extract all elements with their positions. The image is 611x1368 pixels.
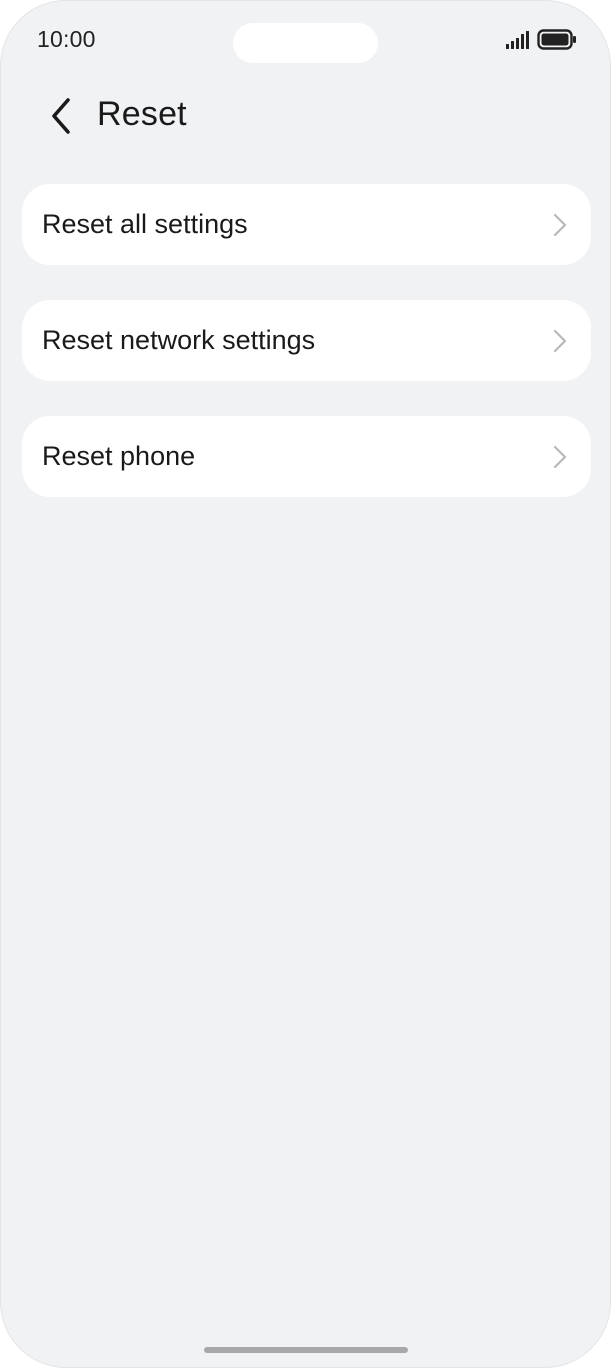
page-title: Reset [97,95,187,133]
status-time: 10:00 [37,26,96,52]
list-item-label: Reset all settings [42,209,248,239]
chevron-left-icon [52,98,70,134]
reset-network-settings-item[interactable]: Reset network settings [22,300,591,381]
chevron-right-icon [553,445,567,469]
home-indicator[interactable] [204,1347,408,1353]
chevron-right-icon [553,329,567,353]
camera-notch [233,23,378,63]
chevron-right-icon [553,213,567,237]
signal-icon [506,31,529,49]
back-button[interactable] [39,94,83,138]
battery-icon [537,29,576,50]
list-item-label: Reset phone [42,441,196,471]
reset-options-list: Reset all settings Reset network setting… [22,184,591,532]
page-header: Reset [1,86,610,146]
status-bar: 10:00 [1,1,610,81]
reset-phone-item[interactable]: Reset phone [22,416,591,497]
list-item-label: Reset network settings [42,325,316,355]
reset-all-settings-item[interactable]: Reset all settings [22,184,591,265]
phone-screen: 10:00 Reset Reset all settings Reset net… [0,0,611,1368]
